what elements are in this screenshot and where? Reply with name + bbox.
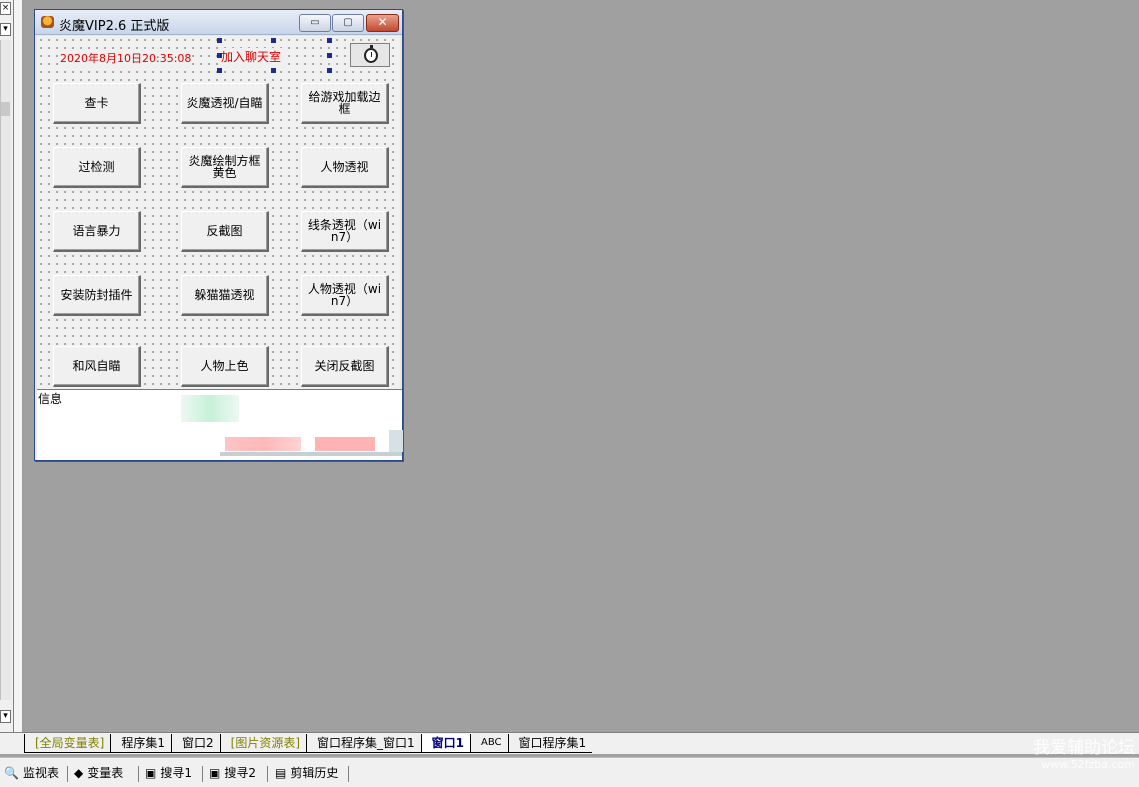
watch-table-tab[interactable]: 🔍 监视表 bbox=[4, 764, 59, 782]
disable-anti-screenshot-button[interactable]: 关闭反截图 bbox=[301, 346, 389, 387]
search1-tab[interactable]: ▣ 搜寻1 bbox=[145, 764, 192, 782]
chat-room-link[interactable]: 加入聊天室 bbox=[220, 48, 283, 65]
selection-handle[interactable] bbox=[327, 53, 332, 58]
tab-4[interactable]: 窗口程序集_窗口1 bbox=[306, 734, 421, 753]
close-button[interactable]: ✕ bbox=[366, 14, 399, 32]
separator bbox=[267, 766, 268, 782]
watch-table-label: 监视表 bbox=[22, 766, 59, 780]
maximize-button[interactable]: ▢ bbox=[332, 14, 364, 32]
selection-handle[interactable] bbox=[217, 38, 222, 43]
clip-history-tab[interactable]: ▤ 剪辑历史 bbox=[275, 764, 338, 782]
scrollbar-thumb[interactable] bbox=[1, 102, 10, 116]
tab-0[interactable]: [全局变量表] bbox=[24, 734, 111, 753]
panel-dropdown-button-bottom[interactable]: ▾ bbox=[0, 710, 11, 723]
redacted-region bbox=[181, 395, 239, 422]
separator bbox=[202, 766, 203, 782]
install-antiban-plugin-button[interactable]: 安装防封插件 bbox=[53, 275, 141, 316]
search-doc-icon: ▣ bbox=[209, 766, 221, 780]
check-card-button[interactable]: 查卡 bbox=[53, 83, 141, 124]
clipboard-icon: ▤ bbox=[275, 766, 287, 780]
language-violence-button[interactable]: 语言暴力 bbox=[53, 211, 141, 252]
redacted-region bbox=[220, 452, 402, 456]
esp-aimbot-button[interactable]: 炎魔透视/自瞄 bbox=[181, 83, 269, 124]
stopwatch-icon bbox=[364, 45, 378, 63]
tab-5[interactable]: 窗口1 bbox=[420, 734, 471, 753]
tab-6[interactable]: ABC bbox=[470, 734, 508, 753]
search-doc-icon: ▣ bbox=[145, 766, 157, 780]
bypass-detection-button[interactable]: 过检测 bbox=[53, 147, 141, 188]
hefeng-aimbot-button[interactable]: 和风自瞄 bbox=[53, 346, 141, 387]
info-label: 信息 bbox=[38, 392, 63, 406]
search1-label: 搜寻1 bbox=[160, 766, 192, 780]
splitter[interactable] bbox=[14, 0, 23, 732]
selection-handle[interactable] bbox=[217, 53, 222, 58]
variable-table-label: 变量表 bbox=[87, 766, 124, 780]
separator bbox=[138, 766, 139, 782]
panel-scrollbar[interactable] bbox=[0, 40, 11, 700]
selection-handle[interactable] bbox=[327, 68, 332, 73]
tab-2[interactable]: 窗口2 bbox=[171, 734, 220, 753]
search2-tab[interactable]: ▣ 搜寻2 bbox=[209, 764, 256, 782]
hide-and-seek-esp-button[interactable]: 躲猫猫透视 bbox=[181, 275, 269, 316]
variable-icon: ◆ bbox=[74, 766, 84, 780]
player-color-button[interactable]: 人物上色 bbox=[181, 346, 269, 387]
draw-yellow-box-button[interactable]: 炎魔绘制方框黄色 bbox=[181, 147, 269, 188]
form-designer-window: 炎魔VIP2.6 正式版 ▭ ▢ ✕ 2020年8月10日20:35:08 加入… bbox=[34, 9, 403, 461]
variable-table-tab[interactable]: ◆ 变量表 bbox=[74, 764, 123, 782]
separator bbox=[348, 766, 349, 782]
selection-handle[interactable] bbox=[327, 38, 332, 43]
left-dock-panel: × ▾ ▾ bbox=[0, 0, 14, 732]
selection-handle[interactable] bbox=[271, 38, 276, 43]
editor-tab-bar: [全局变量表] 程序集1 窗口2 [图片资源表] 窗口程序集_窗口1 窗口1 ABC 窗口程序… bbox=[0, 732, 1139, 754]
magnifier-icon: 🔍 bbox=[4, 766, 19, 780]
panel-dropdown-button[interactable]: ▾ bbox=[0, 23, 11, 36]
watermark-title: 我爱辅助论坛 bbox=[1033, 738, 1135, 758]
player-esp-win7-button[interactable]: 人物透视（win7） bbox=[301, 275, 389, 316]
tab-list: [全局变量表] 程序集1 窗口2 [图片资源表] 窗口程序集_窗口1 窗口1 ABC 窗口程序… bbox=[24, 734, 593, 753]
app-icon bbox=[41, 16, 54, 28]
anti-screenshot-button[interactable]: 反截图 bbox=[181, 211, 269, 252]
separator bbox=[67, 766, 68, 782]
window-titlebar[interactable]: 炎魔VIP2.6 正式版 ▭ ▢ ✕ bbox=[35, 10, 402, 35]
datetime-label: 2020年8月10日20:35:08 bbox=[60, 50, 192, 66]
redacted-region bbox=[315, 437, 375, 451]
selection-handle[interactable] bbox=[271, 68, 276, 73]
game-border-button[interactable]: 给游戏加载边框 bbox=[301, 83, 389, 124]
tab-1[interactable]: 程序集1 bbox=[110, 734, 172, 753]
selection-handle[interactable] bbox=[217, 68, 222, 73]
search2-label: 搜寻2 bbox=[224, 766, 256, 780]
window-title: 炎魔VIP2.6 正式版 bbox=[59, 19, 170, 34]
bottom-toolbar: 🔍 监视表 ◆ 变量表 ▣ 搜寻1 ▣ 搜寻2 ▤ 剪辑历史 bbox=[0, 757, 1139, 787]
info-textbox[interactable]: 信息 bbox=[37, 389, 403, 460]
minimize-button[interactable]: ▭ bbox=[299, 14, 331, 32]
clip-history-label: 剪辑历史 bbox=[290, 766, 339, 780]
player-esp-button[interactable]: 人物透视 bbox=[301, 147, 389, 188]
site-watermark: 我爱辅助论坛 www.52fzba.com bbox=[1033, 738, 1135, 772]
tab-7[interactable]: 窗口程序集1 bbox=[507, 734, 593, 753]
form-canvas[interactable]: 2020年8月10日20:35:08 加入聊天室 查卡 炎魔透视/自瞄 给游戏加… bbox=[37, 36, 400, 390]
redacted-region bbox=[225, 437, 301, 451]
watermark-url: www.52fzba.com bbox=[1041, 758, 1135, 771]
line-esp-win7-button[interactable]: 线条透视（win7） bbox=[301, 211, 389, 252]
timer-control[interactable] bbox=[350, 43, 390, 67]
redacted-region bbox=[389, 430, 403, 452]
tab-3[interactable]: [图片资源表] bbox=[219, 734, 307, 753]
close-panel-button[interactable]: × bbox=[0, 2, 11, 15]
